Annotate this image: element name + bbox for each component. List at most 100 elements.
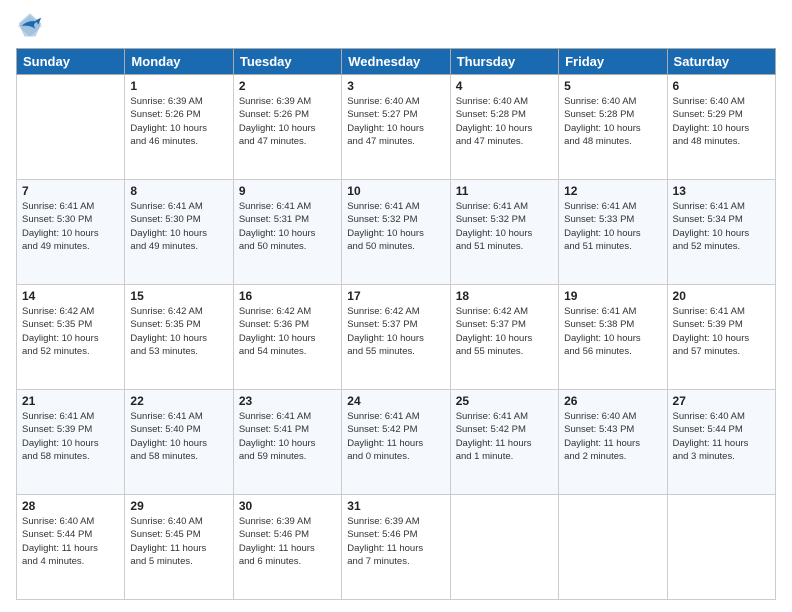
calendar-cell: 18Sunrise: 6:42 AM Sunset: 5:37 PM Dayli… [450,285,558,390]
header-day-thursday: Thursday [450,49,558,75]
calendar-cell [667,495,775,600]
calendar-table: SundayMondayTuesdayWednesdayThursdayFrid… [16,48,776,600]
day-number: 4 [456,79,553,93]
day-info: Sunrise: 6:39 AM Sunset: 5:26 PM Dayligh… [130,95,227,148]
header-day-friday: Friday [559,49,667,75]
header-day-sunday: Sunday [17,49,125,75]
calendar-cell [559,495,667,600]
calendar-cell [450,495,558,600]
day-info: Sunrise: 6:41 AM Sunset: 5:40 PM Dayligh… [130,410,227,463]
header-day-wednesday: Wednesday [342,49,450,75]
day-number: 15 [130,289,227,303]
week-row-4: 28 Sunrise: 6:40 AM Sunset: 5:44 PM Dayli… [17,495,776,600]
day-info: Sunrise: 6:41 AM Sunset: 5:30 PM Dayligh… [22,200,119,253]
day-number: 26 [564,394,661,408]
day-info: Sunrise: 6:40 AM Sunset: 5:44 PM Dayligh… [22,515,119,568]
header-day-saturday: Saturday [667,49,775,75]
day-number: 17 [347,289,444,303]
day-number: 11 [456,184,553,198]
calendar-cell: 11 Sunrise: 6:41 AM Sunset: 5:32 PM Dayli… [450,180,558,285]
calendar-cell: 8Sunrise: 6:41 AM Sunset: 5:30 PM Daylig… [125,180,233,285]
day-info: Sunrise: 6:40 AM Sunset: 5:27 PM Dayligh… [347,95,444,148]
day-number: 14 [22,289,119,303]
day-info: Sunrise: 6:41 AM Sunset: 5:39 PM Dayligh… [22,410,119,463]
day-info: Sunrise: 6:39 AM Sunset: 5:26 PM Dayligh… [239,95,336,148]
day-info: Sunrise: 6:41 AM Sunset: 5:41 PM Dayligh… [239,410,336,463]
day-info: Sunrise: 6:41 AM Sunset: 5:38 PM Dayligh… [564,305,661,358]
day-info: Sunrise: 6:41 AM Sunset: 5:32 PM Dayligh… [347,200,444,253]
day-number: 23 [239,394,336,408]
header-day-tuesday: Tuesday [233,49,341,75]
day-info: Sunrise: 6:41 AM Sunset: 5:32 PM Dayligh… [456,200,553,253]
day-number: 9 [239,184,336,198]
day-number: 6 [673,79,770,93]
calendar-cell: 12 Sunrise: 6:41 AM Sunset: 5:33 PM Dayli… [559,180,667,285]
day-info: Sunrise: 6:40 AM Sunset: 5:28 PM Dayligh… [564,95,661,148]
day-info: Sunrise: 6:41 AM Sunset: 5:31 PM Dayligh… [239,200,336,253]
day-number: 10 [347,184,444,198]
calendar-cell [17,75,125,180]
day-info: Sunrise: 6:41 AM Sunset: 5:33 PM Dayligh… [564,200,661,253]
day-number: 19 [564,289,661,303]
week-row-0: 1 Sunrise: 6:39 AM Sunset: 5:26 PM Daylig… [17,75,776,180]
calendar-cell: 21Sunrise: 6:41 AM Sunset: 5:39 PM Dayli… [17,390,125,495]
week-row-2: 14 Sunrise: 6:42 AM Sunset: 5:35 PM Dayli… [17,285,776,390]
calendar-cell: 25 Sunrise: 6:41 AM Sunset: 5:42 PM Dayli… [450,390,558,495]
day-number: 16 [239,289,336,303]
calendar-cell: 17Sunrise: 6:42 AM Sunset: 5:37 PM Dayli… [342,285,450,390]
logo-icon [16,12,44,40]
day-number: 12 [564,184,661,198]
calendar-cell: 19 Sunrise: 6:41 AM Sunset: 5:38 PM Dayli… [559,285,667,390]
day-info: Sunrise: 6:41 AM Sunset: 5:42 PM Dayligh… [456,410,553,463]
day-info: Sunrise: 6:41 AM Sunset: 5:42 PM Dayligh… [347,410,444,463]
header [16,12,776,40]
day-info: Sunrise: 6:42 AM Sunset: 5:37 PM Dayligh… [456,305,553,358]
calendar-cell: 30Sunrise: 6:39 AM Sunset: 5:46 PM Dayli… [233,495,341,600]
day-number: 5 [564,79,661,93]
day-number: 7 [22,184,119,198]
header-row: SundayMondayTuesdayWednesdayThursdayFrid… [17,49,776,75]
day-info: Sunrise: 6:41 AM Sunset: 5:39 PM Dayligh… [673,305,770,358]
day-number: 30 [239,499,336,513]
day-info: Sunrise: 6:39 AM Sunset: 5:46 PM Dayligh… [347,515,444,568]
calendar-cell: 29Sunrise: 6:40 AM Sunset: 5:45 PM Dayli… [125,495,233,600]
day-number: 27 [673,394,770,408]
day-number: 25 [456,394,553,408]
calendar-cell: 5 Sunrise: 6:40 AM Sunset: 5:28 PM Daylig… [559,75,667,180]
day-number: 2 [239,79,336,93]
day-number: 13 [673,184,770,198]
day-info: Sunrise: 6:40 AM Sunset: 5:28 PM Dayligh… [456,95,553,148]
calendar-cell: 16 Sunrise: 6:42 AM Sunset: 5:36 PM Dayli… [233,285,341,390]
calendar-cell: 13 Sunrise: 6:41 AM Sunset: 5:34 PM Dayli… [667,180,775,285]
day-number: 22 [130,394,227,408]
day-info: Sunrise: 6:42 AM Sunset: 5:35 PM Dayligh… [130,305,227,358]
calendar-cell: 28 Sunrise: 6:40 AM Sunset: 5:44 PM Dayli… [17,495,125,600]
page: SundayMondayTuesdayWednesdayThursdayFrid… [0,0,792,612]
calendar-cell: 7 Sunrise: 6:41 AM Sunset: 5:30 PM Daylig… [17,180,125,285]
day-info: Sunrise: 6:40 AM Sunset: 5:43 PM Dayligh… [564,410,661,463]
calendar-cell: 10 Sunrise: 6:41 AM Sunset: 5:32 PM Dayli… [342,180,450,285]
calendar-cell: 2 Sunrise: 6:39 AM Sunset: 5:26 PM Daylig… [233,75,341,180]
week-row-3: 21Sunrise: 6:41 AM Sunset: 5:39 PM Dayli… [17,390,776,495]
day-number: 20 [673,289,770,303]
calendar-cell: 6 Sunrise: 6:40 AM Sunset: 5:29 PM Daylig… [667,75,775,180]
calendar-cell: 23 Sunrise: 6:41 AM Sunset: 5:41 PM Dayli… [233,390,341,495]
day-info: Sunrise: 6:42 AM Sunset: 5:35 PM Dayligh… [22,305,119,358]
calendar-cell: 22 Sunrise: 6:41 AM Sunset: 5:40 PM Dayli… [125,390,233,495]
calendar-cell: 27Sunrise: 6:40 AM Sunset: 5:44 PM Dayli… [667,390,775,495]
day-number: 8 [130,184,227,198]
day-number: 28 [22,499,119,513]
day-number: 24 [347,394,444,408]
day-number: 31 [347,499,444,513]
calendar-cell: 4 Sunrise: 6:40 AM Sunset: 5:28 PM Daylig… [450,75,558,180]
calendar-cell: 14 Sunrise: 6:42 AM Sunset: 5:35 PM Dayli… [17,285,125,390]
calendar-cell: 1 Sunrise: 6:39 AM Sunset: 5:26 PM Daylig… [125,75,233,180]
calendar-cell: 9 Sunrise: 6:41 AM Sunset: 5:31 PM Daylig… [233,180,341,285]
day-info: Sunrise: 6:41 AM Sunset: 5:34 PM Dayligh… [673,200,770,253]
calendar-cell: 20 Sunrise: 6:41 AM Sunset: 5:39 PM Dayli… [667,285,775,390]
calendar-cell: 31 Sunrise: 6:39 AM Sunset: 5:46 PM Dayli… [342,495,450,600]
day-number: 1 [130,79,227,93]
logo [16,12,48,40]
day-info: Sunrise: 6:42 AM Sunset: 5:36 PM Dayligh… [239,305,336,358]
day-info: Sunrise: 6:40 AM Sunset: 5:29 PM Dayligh… [673,95,770,148]
